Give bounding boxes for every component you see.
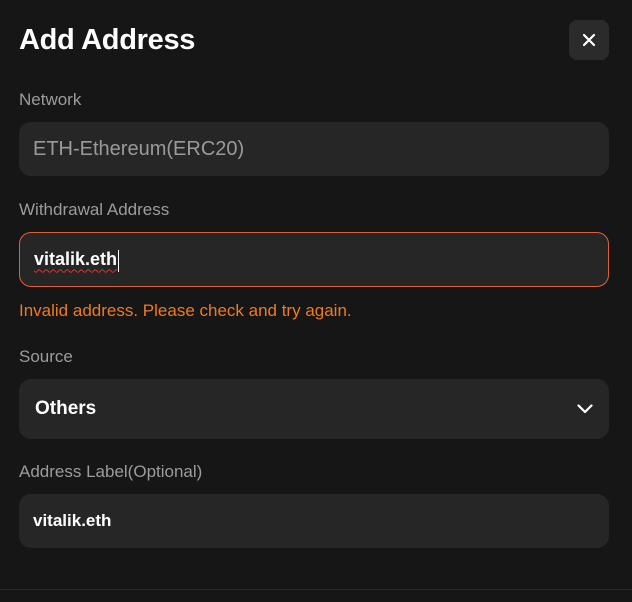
address-label-optional-label: Address Label(Optional) — [19, 462, 203, 481]
network-label: Network — [19, 90, 82, 109]
address-error-message: Invalid address. Please check and try ag… — [19, 301, 352, 320]
chevron-down-icon — [577, 404, 593, 414]
network-value: ETH-Ethereum(ERC20) — [33, 138, 245, 160]
address-label-input[interactable]: vitalik.eth — [19, 494, 609, 548]
footer-divider — [0, 589, 632, 590]
add-address-dialog: Add Address Network ETH-Ethereum(ERC20) … — [0, 0, 632, 602]
source-label: Source — [19, 347, 73, 366]
address-label-value: vitalik.eth — [33, 511, 112, 530]
source-select[interactable]: Others — [19, 379, 609, 439]
network-field: ETH-Ethereum(ERC20) — [19, 122, 609, 176]
text-cursor — [118, 249, 120, 272]
source-selected-value: Others — [35, 398, 97, 419]
withdrawal-address-value: vitalik.eth — [34, 249, 118, 270]
close-icon — [582, 33, 596, 47]
withdrawal-address-label: Withdrawal Address — [19, 200, 170, 219]
close-button[interactable] — [569, 20, 609, 60]
dialog-title: Add Address — [19, 24, 196, 56]
withdrawal-address-input[interactable]: vitalik.eth — [19, 232, 609, 287]
